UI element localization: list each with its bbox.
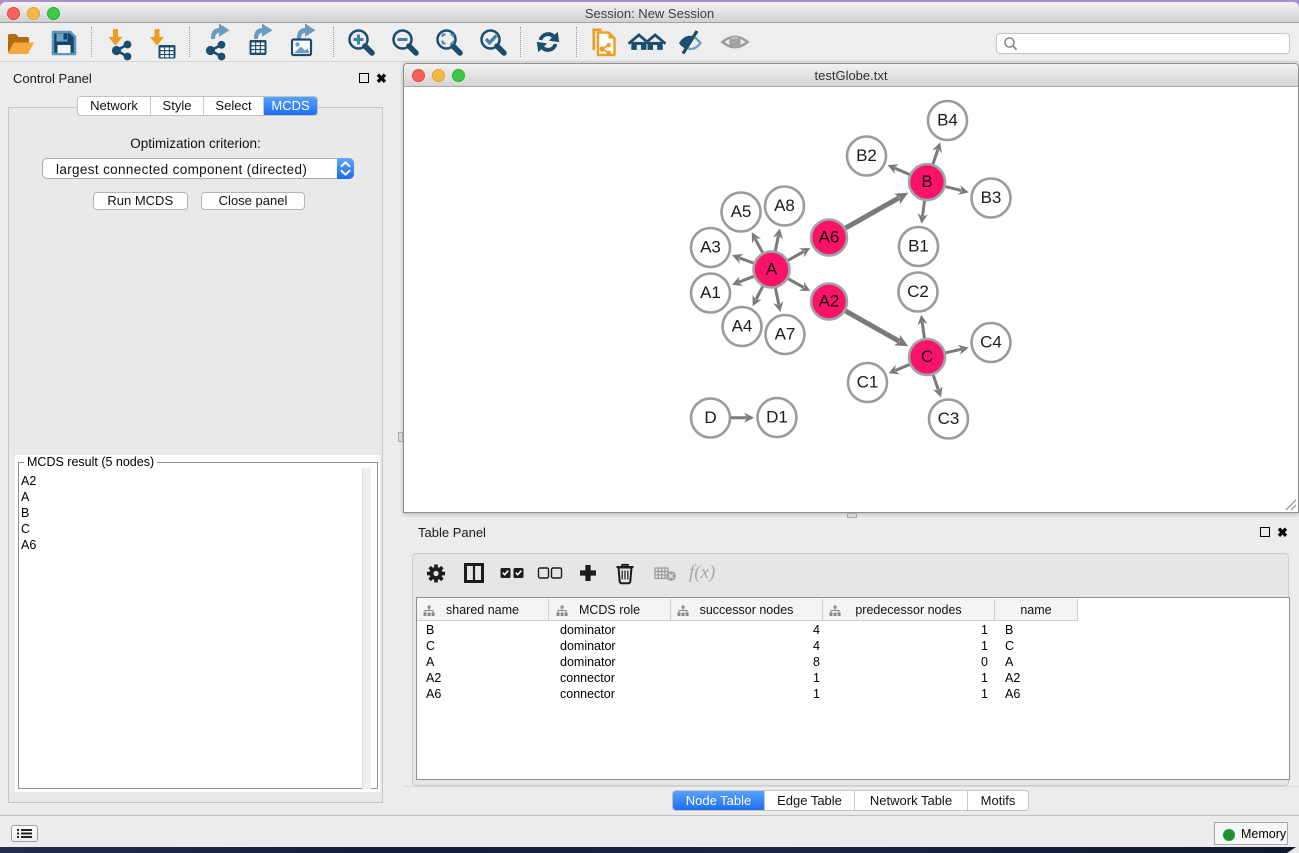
svg-text:B2: B2 — [856, 146, 877, 165]
svg-text:C2: C2 — [907, 282, 929, 301]
svg-text:C1: C1 — [857, 373, 879, 392]
svg-text:C: C — [921, 347, 933, 366]
svg-text:A2: A2 — [819, 292, 840, 311]
svg-text:C3: C3 — [938, 409, 960, 428]
svg-text:A5: A5 — [731, 202, 752, 221]
svg-text:D1: D1 — [766, 408, 788, 427]
svg-text:B1: B1 — [908, 237, 929, 256]
svg-text:A1: A1 — [700, 283, 721, 302]
svg-text:D: D — [704, 408, 716, 427]
svg-text:A3: A3 — [700, 238, 721, 257]
svg-text:B4: B4 — [937, 111, 958, 130]
svg-text:B3: B3 — [981, 188, 1002, 207]
svg-text:A7: A7 — [775, 325, 796, 344]
svg-text:A8: A8 — [774, 196, 795, 215]
svg-text:A6: A6 — [819, 228, 840, 247]
svg-text:C4: C4 — [980, 333, 1002, 352]
svg-text:A: A — [766, 260, 778, 279]
svg-text:B: B — [921, 172, 932, 191]
svg-text:A4: A4 — [732, 317, 753, 336]
